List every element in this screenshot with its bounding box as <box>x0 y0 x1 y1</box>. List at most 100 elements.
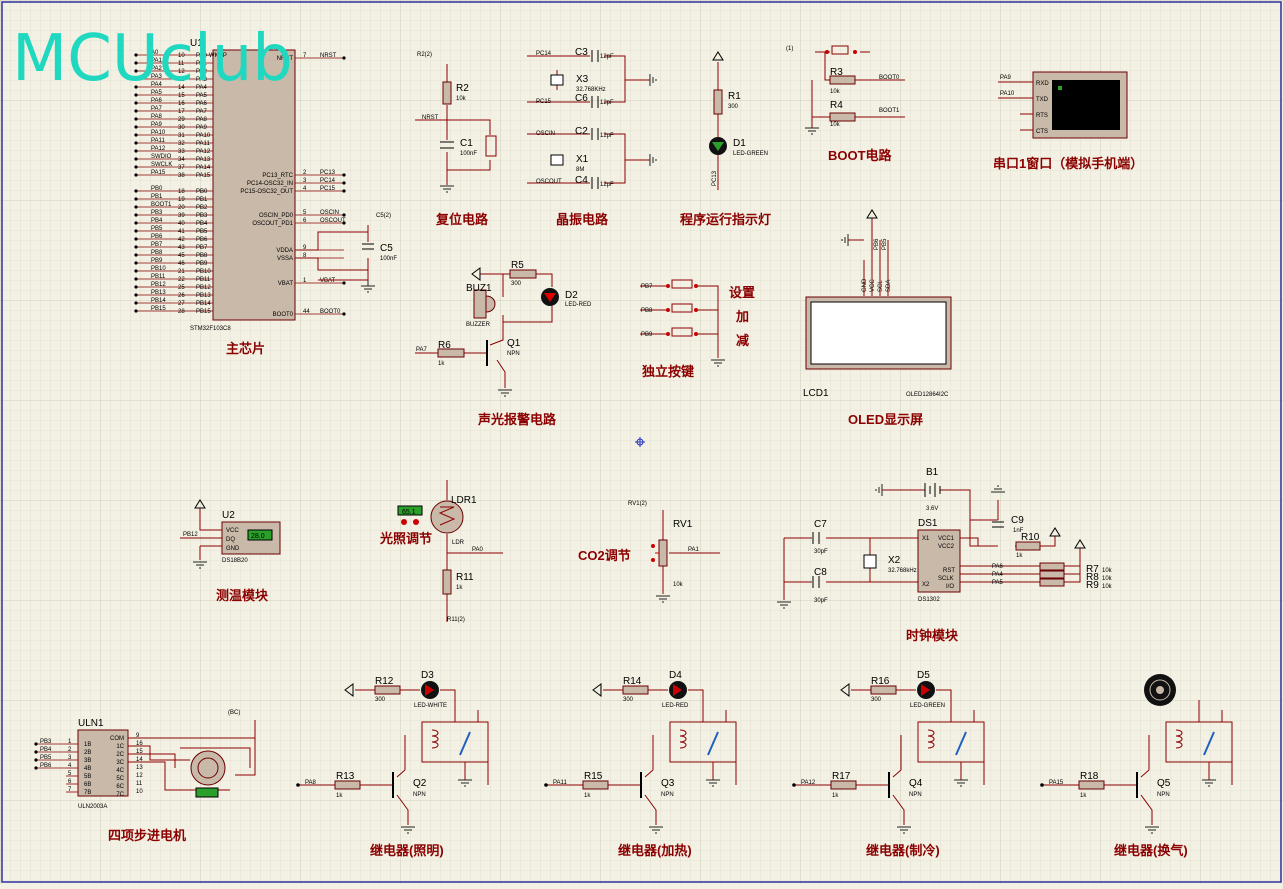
schematic-canvas[interactable]: U1 STM32F103C8 A0 10 PA0-WKUP PA1 11 PA1 PA2 12… <box>0 0 1283 884</box>
mcu-left-pin: PB6 <box>196 237 208 243</box>
mcu-left-pin: PB11 <box>196 277 211 283</box>
ds1-ref: DS1 <box>918 518 938 529</box>
r5-val: 300 <box>511 281 522 287</box>
xtal-oscout: OSCOUT <box>536 179 562 185</box>
mcu-left-net: SWCLK <box>151 162 172 168</box>
mcu-left-num: 45 <box>178 253 185 259</box>
uln-right-num: 10 <box>136 789 143 795</box>
ds1-pin-rst: RST <box>943 568 955 574</box>
mcu-left-net: SWDIO <box>151 154 172 160</box>
mcu-right-num: 44 <box>303 309 310 315</box>
mcu-left-net: PA9 <box>151 122 163 128</box>
ds1-pin-vcc2: VCC2 <box>938 544 955 550</box>
oled-pin-scl: SCL <box>878 280 884 292</box>
mcu-right-pin: PC14-OSC32_IN <box>247 181 293 187</box>
relay-transistor-ref: Q4 <box>909 778 923 789</box>
ds1-net-pa4: PA4 <box>992 572 1004 578</box>
mcu-right-net: PC15 <box>320 186 336 192</box>
relay-base-resistor-val: 1k <box>584 793 591 799</box>
uln-left-pin: 6B <box>84 782 91 788</box>
mcu-left-net: PB14 <box>151 298 166 304</box>
mcu-left-num: 21 <box>178 269 185 275</box>
mcu-left-num: 18 <box>178 189 185 195</box>
key-label-add: 加 <box>735 309 749 324</box>
mcu-left-num: 22 <box>178 277 185 283</box>
relay-led-resistor-ref: R16 <box>871 676 890 687</box>
relay-led-ref: D5 <box>917 670 930 681</box>
lcd1-ref: LCD1 <box>803 388 829 399</box>
xtal-pc14: PC14 <box>536 51 552 57</box>
relay-base-resistor-val: 1k <box>832 793 839 799</box>
label-co2: CO2调节 <box>578 548 631 563</box>
oled-pin-sda: SDA <box>886 280 892 292</box>
bc-probe: (BC) <box>228 710 240 716</box>
u2-ref: U2 <box>222 510 235 521</box>
d1-ref: D1 <box>733 138 746 149</box>
mcu-left-pin: PB12 <box>196 285 211 291</box>
mcu-left-num: 42 <box>178 237 185 243</box>
c1-ref: C1 <box>460 138 473 149</box>
c5-probe: C5(2) <box>376 213 391 219</box>
mcu-left-net: PA10 <box>151 130 166 136</box>
c3-val: 12pF <box>600 54 614 60</box>
mcu-left-pin: PA15 <box>196 173 211 179</box>
mcu-left-pin: PA12 <box>196 149 211 155</box>
relay-base-resistor-ref: R15 <box>584 771 603 782</box>
r2-probe: R2(2) <box>417 52 432 58</box>
mcu-left-net: PB7 <box>151 242 163 248</box>
uln-input-net: PB6 <box>40 763 52 769</box>
label-boot: BOOT电路 <box>828 148 893 163</box>
ds1-pin-x1: X1 <box>922 536 930 542</box>
mcu-right-pin: BOOT0 <box>273 312 294 318</box>
mcu-left-net: BOOT1 <box>151 202 172 208</box>
mcu-left-net: PB3 <box>151 210 163 216</box>
mcu-part: STM32F103C8 <box>190 326 231 332</box>
mcu-left-pin: PA9 <box>196 125 208 131</box>
mcu-left-num: 32 <box>178 141 185 147</box>
mcu-left-pin: PB8 <box>196 253 208 259</box>
ldr1-val: LDR <box>452 540 465 546</box>
buz1-val: BUZZER <box>466 322 491 328</box>
relay-net: PA12 <box>801 780 816 786</box>
mcu-left-num: 20 <box>178 205 185 211</box>
label-run-led: 程序运行指示灯 <box>680 212 771 227</box>
c8-val: 30pF <box>814 598 828 604</box>
c2-val: 12pF <box>600 133 614 139</box>
mcu-left-num: 26 <box>178 293 185 299</box>
mcu-right-net: PC14 <box>320 178 336 184</box>
c4-val: 12pF <box>600 182 614 188</box>
mcu-left-num: 29 <box>178 117 185 123</box>
r2-ref: R2 <box>456 83 469 94</box>
relay-led-val: LED-RED <box>662 703 689 709</box>
c7-val: 30pF <box>814 549 828 555</box>
label-relay1: 继电器(照明) <box>370 843 444 858</box>
label-alarm: 声光报警电路 <box>477 412 557 427</box>
x1-val: 8M <box>576 167 584 173</box>
label-clock: 时钟模块 <box>906 628 959 643</box>
label-light: 光照调节 <box>379 531 432 546</box>
r3-val: 10k <box>830 89 841 95</box>
r5-ref: R5 <box>511 260 524 271</box>
mcu-left-num: 41 <box>178 229 185 235</box>
b1-ref: B1 <box>926 467 939 478</box>
mcu-left-net: PA15 <box>151 170 166 176</box>
uln-left-pin: 2B <box>84 750 91 756</box>
c2-ref: C2 <box>575 126 588 137</box>
c5-ref: C5 <box>380 243 393 254</box>
ldr1-reading: 65.1 <box>402 509 416 516</box>
uln-left-pin: 7B <box>84 790 91 796</box>
ds1-net-pa5: PA5 <box>992 580 1004 586</box>
uln1-val: ULN2003A <box>78 804 107 810</box>
mcu-left-net: PB1 <box>151 194 163 200</box>
mcu-left-pin: PB2 <box>196 205 208 211</box>
boot0-net: BOOT0 <box>879 75 900 81</box>
rv1-net-pa1: PA1 <box>688 547 700 553</box>
xtal-pc15: PC15 <box>536 99 552 105</box>
term-txd: TXD <box>1036 97 1049 103</box>
x2-val: 32.768kHz <box>888 568 917 574</box>
relay-transistor-ref: Q3 <box>661 778 675 789</box>
mcu-left-net: PB4 <box>151 218 163 224</box>
lcd1-val: OLED12864I2C <box>906 392 949 398</box>
buz1-ref: BUZ1 <box>466 283 492 294</box>
ldr-net-pa0: PA0 <box>472 547 484 553</box>
